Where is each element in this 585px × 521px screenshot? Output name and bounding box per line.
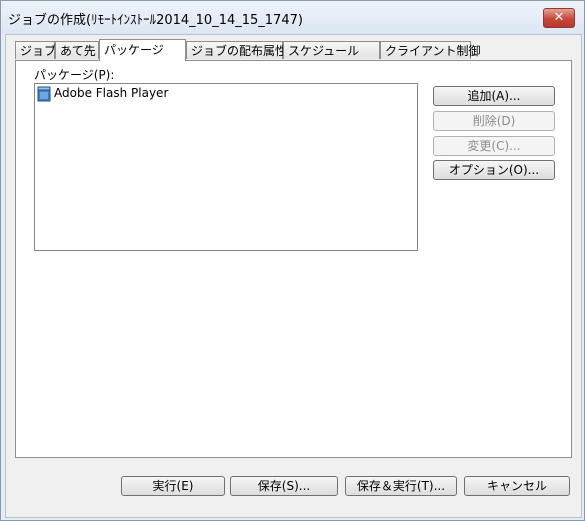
tab-client-control[interactable]: クライアント制御 [380,41,481,59]
save-button[interactable]: 保存(S)... [230,476,338,496]
list-item[interactable]: Adobe Flash Player [37,86,168,102]
package-listbox[interactable]: Adobe Flash Player [34,83,418,251]
tab-package[interactable]: パッケージ [99,39,186,61]
delete-button[interactable]: 削除(D) [433,111,555,131]
window-title: ジョブの作成(ﾘﾓｰﾄｲﾝｽﾄｰﾙ2014_10_14_15_1747) [8,13,303,28]
package-list-label: パッケージ(P): [34,68,115,82]
title-bar[interactable]: ジョブの作成(ﾘﾓｰﾄｲﾝｽﾄｰﾙ2014_10_14_15_1747) ✕ [1,1,584,34]
job-create-window: ジョブの作成(ﾘﾓｰﾄｲﾝｽﾄｰﾙ2014_10_14_15_1747) ✕ ジ… [0,0,585,521]
save-and-execute-button[interactable]: 保存＆実行(T)... [345,476,457,496]
tab-destination[interactable]: あて先 [55,41,99,59]
add-button[interactable]: 追加(A)... [433,86,555,106]
package-item-label: Adobe Flash Player [54,86,169,100]
change-button[interactable]: 変更(C)... [433,136,555,156]
package-icon [37,86,51,105]
execute-button[interactable]: 実行(E) [121,476,225,496]
tab-schedule[interactable]: スケジュール [283,41,380,59]
package-tab-panel: パッケージ(P): Adobe Flash Player 追加(A)... 削除… [15,60,572,458]
cancel-button[interactable]: キャンセル [464,476,570,496]
tab-job[interactable]: ジョブ [15,41,56,59]
tab-distribution-attributes[interactable]: ジョブの配布属性 [186,41,287,59]
options-button[interactable]: オプション(O)... [433,160,555,180]
close-button[interactable]: ✕ [543,8,575,28]
dialog-client-area: ジョブ あて先 パッケージ ジョブの配布属性 スケジュール クライアント制御 パ… [5,34,582,518]
